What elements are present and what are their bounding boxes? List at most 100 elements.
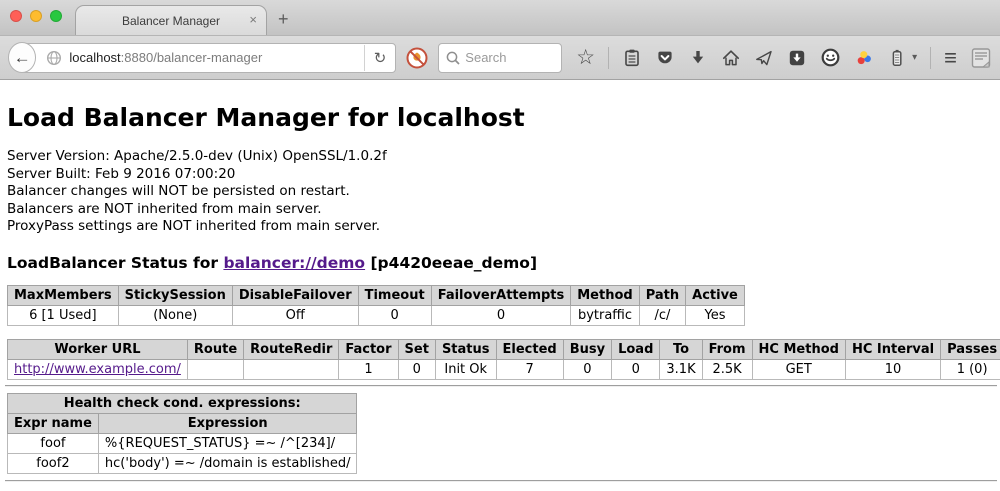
table-header-row: Expr name Expression	[8, 413, 357, 433]
minimize-window-button[interactable]	[30, 10, 42, 22]
battery-icon[interactable]	[887, 48, 907, 68]
bookmark-star-icon[interactable]: ☆	[576, 48, 595, 68]
cell-expression: %{REQUEST_STATUS} =~ /^[234]/	[98, 433, 357, 453]
cell-set: 0	[398, 359, 435, 379]
col-failoverattempts: FailoverAttempts	[431, 285, 571, 305]
cell-expr-name: foof	[8, 433, 99, 453]
url-path: :8880/balancer-manager	[121, 50, 263, 65]
col-status: Status	[435, 339, 496, 359]
cell-active: Yes	[686, 305, 745, 325]
chevron-down-icon[interactable]: ▾	[912, 52, 917, 63]
close-tab-icon[interactable]: ×	[249, 13, 257, 27]
col-expr-name: Expr name	[8, 413, 99, 433]
home-icon[interactable]	[721, 48, 741, 68]
back-icon: ←	[14, 48, 31, 68]
balancer-settings-table: MaxMembers StickySession DisableFailover…	[7, 285, 745, 326]
col-path: Path	[639, 285, 685, 305]
server-built-line: Server Built: Feb 9 2016 07:00:20	[7, 166, 1000, 184]
cell-status: Init Ok	[435, 359, 496, 379]
table-row: foof %{REQUEST_STATUS} =~ /^[234]/	[8, 433, 357, 453]
cell-hc-method: GET	[752, 359, 845, 379]
cell-from: 2.5K	[702, 359, 752, 379]
url-text[interactable]: localhost:8880/balancer-manager	[69, 50, 363, 65]
search-icon	[445, 50, 461, 66]
cell-load: 0	[612, 359, 660, 379]
cell-path: /c/	[639, 305, 685, 325]
col-method: Method	[571, 285, 639, 305]
cell-to: 3.1K	[660, 359, 702, 379]
tab-balancer-manager[interactable]: Balancer Manager ×	[75, 5, 267, 35]
cell-factor: 1	[339, 359, 398, 379]
col-timeout: Timeout	[358, 285, 431, 305]
col-disablefailover: DisableFailover	[232, 285, 358, 305]
search-input[interactable]	[465, 50, 555, 65]
colored-dots-icon[interactable]	[854, 48, 874, 68]
cell-route	[187, 359, 243, 379]
new-tab-button[interactable]: +	[278, 9, 289, 30]
globe-icon	[46, 50, 62, 66]
plugin-blocked-button[interactable]	[405, 46, 429, 70]
cell-disablefailover: Off	[232, 305, 358, 325]
navigation-toolbar: ← localhost:8880/balancer-manager ↻	[0, 35, 1000, 80]
download-icon[interactable]	[688, 48, 708, 68]
balancer-demo-link[interactable]: balancer://demo	[223, 254, 365, 272]
persist-note-line: Balancer changes will NOT be persisted o…	[7, 183, 1000, 201]
divider	[5, 480, 997, 482]
server-info: Server Version: Apache/2.5.0-dev (Unix) …	[7, 148, 1000, 236]
cell-elected: 7	[496, 359, 563, 379]
zoom-window-button[interactable]	[50, 10, 62, 22]
tab-title: Balancer Manager	[122, 14, 220, 28]
col-factor: Factor	[339, 339, 398, 359]
cell-expression: hc('body') =~ /domain is established/	[98, 453, 357, 473]
page-content: Load Balancer Manager for localhost Serv…	[0, 80, 1000, 482]
col-passes: Passes	[941, 339, 1000, 359]
toolbar-separator	[608, 47, 609, 69]
window-controls	[10, 10, 62, 22]
page-title: Load Balancer Manager for localhost	[7, 103, 1000, 132]
health-table-title: Health check cond. expressions:	[8, 393, 357, 413]
table-header-row: MaxMembers StickySession DisableFailover…	[8, 285, 745, 305]
table-title-row: Health check cond. expressions:	[8, 393, 357, 413]
url-host: localhost	[69, 50, 120, 65]
worker-url-link[interactable]: http://www.example.com/	[14, 362, 181, 377]
clipboard-icon[interactable]	[622, 48, 642, 68]
server-version-line: Server Version: Apache/2.5.0-dev (Unix) …	[7, 148, 1000, 166]
col-active: Active	[686, 285, 745, 305]
cell-expr-name: foof2	[8, 453, 99, 473]
table-row: 6 [1 Used] (None) Off 0 0 bytraffic /c/ …	[8, 305, 745, 325]
status-prefix: LoadBalancer Status for	[7, 254, 223, 272]
col-elected: Elected	[496, 339, 563, 359]
search-bar[interactable]	[438, 43, 562, 73]
hamburger-menu-icon[interactable]: ≡	[944, 48, 957, 68]
pages-icon[interactable]	[970, 47, 992, 69]
col-load: Load	[612, 339, 660, 359]
reload-button[interactable]: ↻	[364, 45, 396, 71]
cell-stickysession: (None)	[118, 305, 232, 325]
url-bar[interactable]: localhost:8880/balancer-manager ↻	[21, 43, 396, 73]
send-tab-icon[interactable]	[754, 48, 774, 68]
col-hc-interval: HC Interval	[845, 339, 940, 359]
inherit-note-line: Balancers are NOT inherited from main se…	[7, 201, 1000, 219]
col-maxmembers: MaxMembers	[8, 285, 119, 305]
col-expression: Expression	[98, 413, 357, 433]
title-bar: Balancer Manager × +	[0, 0, 1000, 35]
cell-routeredir	[244, 359, 339, 379]
table-header-row: Worker URL Route RouteRedir Factor Set S…	[8, 339, 1000, 359]
col-route: Route	[187, 339, 243, 359]
close-window-button[interactable]	[10, 10, 22, 22]
worker-status-table: Worker URL Route RouteRedir Factor Set S…	[7, 339, 1000, 380]
smiley-icon[interactable]	[820, 47, 841, 68]
cell-method: bytraffic	[571, 305, 639, 325]
health-check-table: Health check cond. expressions: Expr nam…	[7, 393, 357, 474]
cell-passes: 1 (0)	[941, 359, 1000, 379]
cell-worker-url: http://www.example.com/	[8, 359, 188, 379]
table-row: http://www.example.com/ 1 0 Init Ok 7 0 …	[8, 359, 1000, 379]
cell-failoverattempts: 0	[431, 305, 571, 325]
video-download-icon[interactable]	[787, 48, 807, 68]
status-suffix: [p4420eeae_demo]	[365, 254, 537, 272]
pocket-icon[interactable]	[655, 48, 675, 68]
proxypass-note-line: ProxyPass settings are NOT inherited fro…	[7, 218, 1000, 236]
col-routeredir: RouteRedir	[244, 339, 339, 359]
plugin-blocked-icon	[405, 46, 429, 70]
cell-busy: 0	[563, 359, 611, 379]
